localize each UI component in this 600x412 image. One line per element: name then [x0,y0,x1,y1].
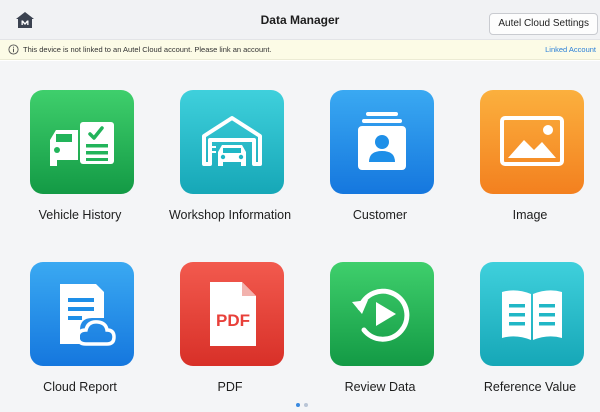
cloud-report-icon [30,262,134,366]
tile-pdf[interactable]: PDF PDF [155,262,305,402]
pdf-icon: PDF [180,262,284,366]
tile-label: Image [512,208,548,222]
vehicle-history-icon [30,90,134,194]
page-indicator [296,403,316,409]
top-bar: Data Manager Autel Cloud Settings [0,0,600,40]
tile-cloud-report[interactable]: Cloud Report [5,262,155,402]
image-icon [480,90,584,194]
autel-cloud-settings-button[interactable]: Autel Cloud Settings [489,13,598,35]
reference-value-icon [480,262,584,366]
linked-account-link[interactable]: Linked Account [545,45,596,54]
tile-review-data[interactable]: Review Data [305,262,455,402]
customer-icon [330,90,434,194]
app-grid: Vehicle History Workshop Information Cus… [0,61,600,412]
page-dot[interactable] [304,403,308,407]
account-notice-bar: This device is not linked to an Autel Cl… [0,40,600,60]
tile-image[interactable]: Image [455,90,600,230]
notice-text: This device is not linked to an Autel Cl… [23,45,272,54]
svg-text:PDF: PDF [216,311,250,330]
tile-customer[interactable]: Customer [305,90,455,230]
tile-reference-value[interactable]: Reference Value [455,262,600,402]
info-icon [8,44,19,55]
tile-vehicle-history[interactable]: Vehicle History [5,90,155,230]
page-dot-active[interactable] [296,403,300,407]
workshop-icon [180,90,284,194]
review-data-icon [330,262,434,366]
tile-workshop-information[interactable]: Workshop Information [155,90,305,230]
tile-label: Reference Value [483,380,577,394]
